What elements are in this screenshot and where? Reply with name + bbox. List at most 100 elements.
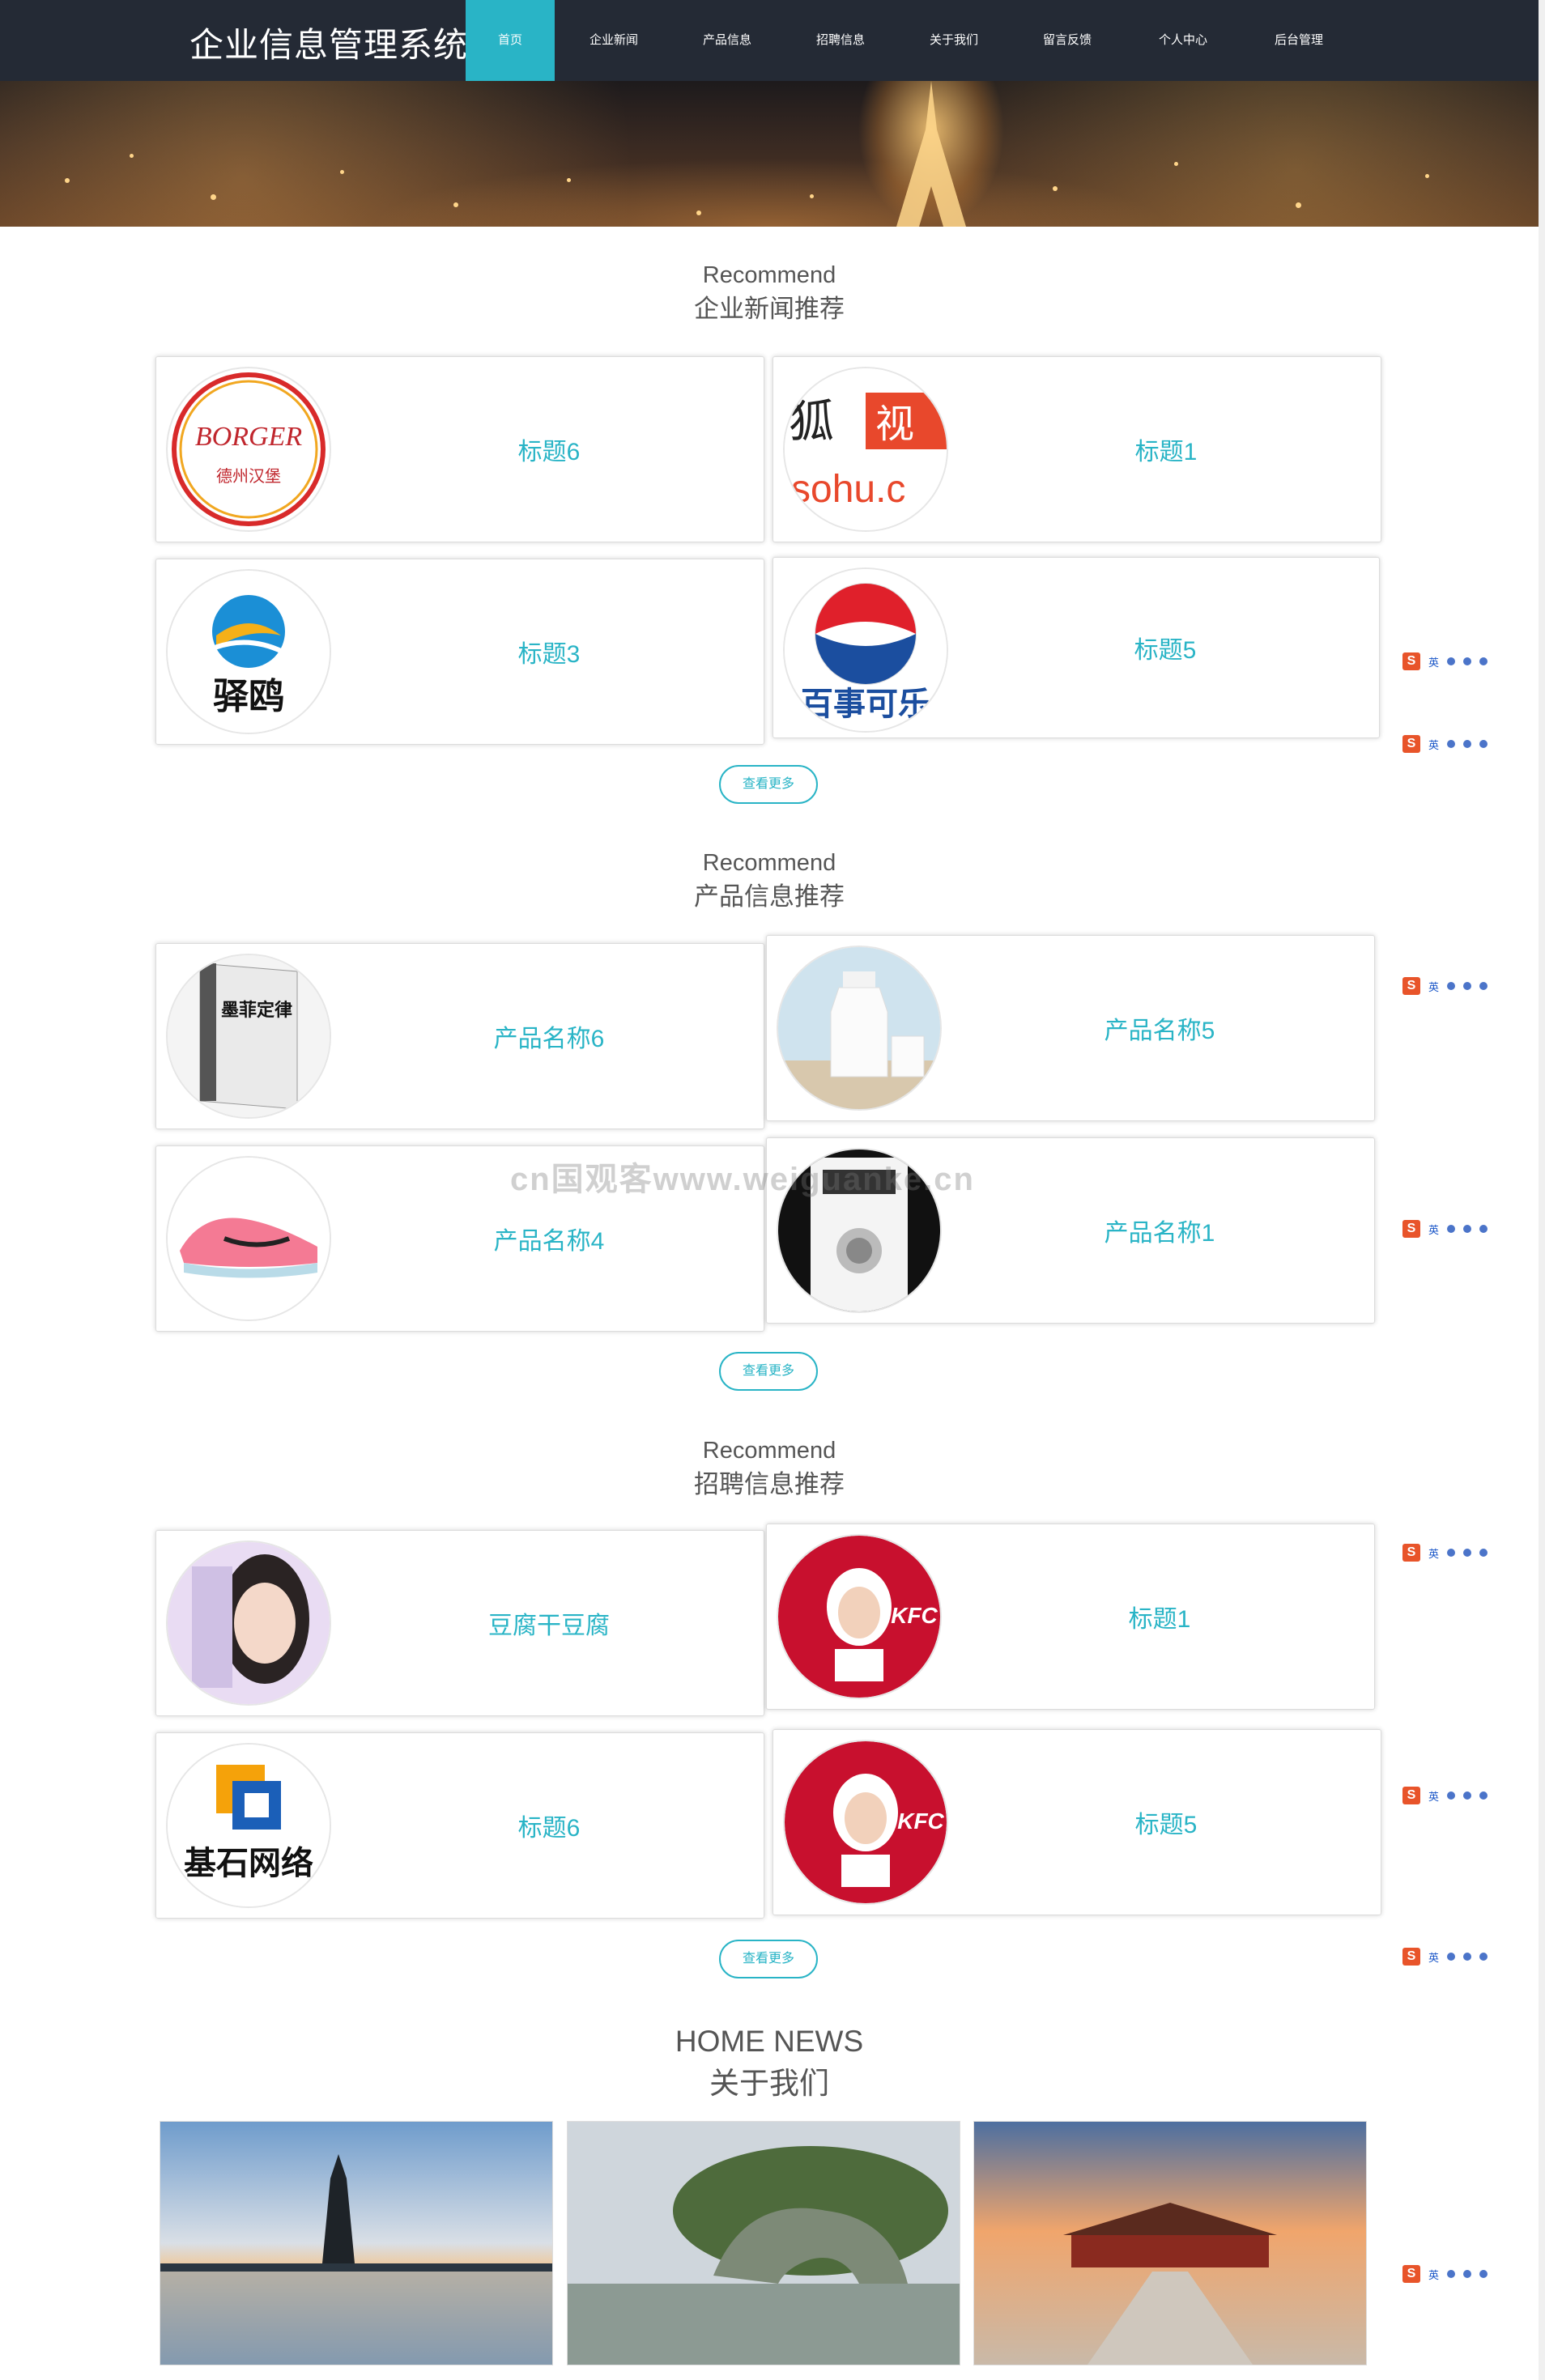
svg-text:sohu.c: sohu.c [791, 468, 905, 511]
nav-user-center[interactable]: 个人中心 [1139, 0, 1228, 81]
watermark-text: cn国观客www.weiguanke.cn [510, 1162, 975, 1197]
sogou-icon: S [1402, 977, 1420, 995]
sogou-icon: S [1402, 652, 1420, 670]
recruitment-title[interactable]: 标题1 [945, 1524, 1374, 1709]
sogou-icon: S [1402, 1544, 1420, 1562]
sohu-video-logo-image: 狐 视 sohu.c [783, 367, 948, 532]
keyboard-icon [1463, 982, 1472, 990]
pagoda-lake-image[interactable] [160, 2121, 553, 2365]
ime-toolbar[interactable]: S 英 [1402, 977, 1545, 995]
ime-language-label: 英 [1428, 2268, 1440, 2281]
moon-icon [1447, 982, 1456, 990]
section-title-cn: 企业新闻推荐 [694, 295, 845, 323]
recruitment-recommend-heading: Recommend 招聘信息推荐 [0, 1434, 1539, 1502]
moon-icon [1447, 2270, 1456, 2278]
ime-toolbar[interactable]: S 英 [1402, 2265, 1545, 2283]
ime-language-label: 英 [1428, 1547, 1440, 1560]
keyboard-icon [1463, 1791, 1472, 1800]
section-title-cn: 产品信息推荐 [694, 882, 845, 911]
news-card[interactable]: 驿鸥 标题3 [155, 559, 764, 745]
ime-language-label: 英 [1428, 1223, 1440, 1236]
nav-company-news[interactable]: 企业新闻 [569, 0, 658, 81]
news-card[interactable]: BORGER 德州汉堡 标题6 [155, 356, 764, 542]
ime-toolbar[interactable]: S 英 [1402, 1544, 1545, 1562]
recruitment-card[interactable]: 豆腐干豆腐 [155, 1530, 764, 1716]
ime-toolbar[interactable]: S 英 [1402, 1948, 1545, 1966]
site-title[interactable]: 企业信息管理系统 [189, 18, 468, 67]
news-title[interactable]: 标题3 [334, 559, 764, 744]
keyboard-icon [1463, 1549, 1472, 1557]
recruitment-title[interactable]: 豆腐干豆腐 [334, 1531, 764, 1715]
settings-icon [1479, 1549, 1488, 1557]
ime-language-label: 英 [1428, 656, 1440, 669]
city-night-banner [0, 81, 1539, 227]
pink-sneaker-image [166, 1156, 331, 1321]
news-recommend-heading: Recommend 企业新闻推荐 [0, 259, 1539, 327]
news-title[interactable]: 标题5 [951, 558, 1379, 737]
news-card[interactable]: 百事可乐 标题5 [772, 557, 1380, 738]
sogou-icon: S [1402, 735, 1420, 753]
settings-icon [1479, 1225, 1488, 1233]
recruitment-card[interactable]: 基石网络 标题6 [155, 1732, 764, 1919]
moon-icon [1447, 740, 1456, 748]
keyboard-icon [1463, 1953, 1472, 1961]
pepsi-logo-image: 百事可乐 [783, 567, 948, 733]
nav-about[interactable]: 关于我们 [909, 0, 998, 81]
yiou-logo-image: 驿鸥 [166, 569, 331, 734]
settings-icon [1479, 1791, 1488, 1800]
nav-recruitment[interactable]: 招聘信息 [796, 0, 885, 81]
ime-language-label: 英 [1428, 738, 1440, 751]
kfc-logo-image: KFC [777, 1534, 942, 1699]
ime-toolbar[interactable]: S 英 [1402, 735, 1545, 753]
page-scrollbar[interactable] [1539, 0, 1545, 2380]
settings-icon [1479, 982, 1488, 990]
svg-text:德州汉堡: 德州汉堡 [216, 467, 281, 486]
recruitment-more-button[interactable]: 查看更多 [719, 1940, 818, 1978]
svg-text:基石网络: 基石网络 [184, 1845, 313, 1881]
svg-text:狐: 狐 [789, 396, 834, 447]
nav-admin[interactable]: 后台管理 [1254, 0, 1343, 81]
ime-language-label: 英 [1428, 1951, 1440, 1964]
news-title[interactable]: 标题6 [334, 357, 764, 542]
woman-portrait-image [166, 1541, 331, 1706]
product-title[interactable]: 产品名称5 [945, 936, 1374, 1120]
settings-icon [1479, 657, 1488, 665]
svg-text:驿鸥: 驿鸥 [213, 677, 284, 716]
book-murphys-law-image: 墨菲定律 [166, 954, 331, 1119]
ime-toolbar[interactable]: S 英 [1402, 1220, 1545, 1238]
recruitment-title[interactable]: 标题5 [951, 1730, 1381, 1915]
section-subtitle-en: Recommend [702, 1438, 836, 1464]
sogou-icon: S [1402, 1948, 1420, 1966]
news-title[interactable]: 标题1 [951, 357, 1381, 542]
recruitment-card[interactable]: KFC 标题1 [766, 1524, 1375, 1710]
product-card[interactable]: 产品名称5 [766, 935, 1375, 1121]
forbidden-city-image[interactable] [973, 2121, 1367, 2365]
kfc-logo-image: KFC [783, 1740, 948, 1905]
keyboard-icon [1463, 740, 1472, 748]
product-more-button[interactable]: 查看更多 [719, 1352, 818, 1391]
section-subtitle-en: Recommend [702, 850, 836, 876]
moon-icon [1447, 1791, 1456, 1800]
keyboard-icon [1463, 657, 1472, 665]
svg-text:百事可乐: 百事可乐 [801, 686, 930, 722]
product-card[interactable]: 墨菲定律 产品名称6 [155, 943, 764, 1129]
nav-feedback[interactable]: 留言反馈 [1023, 0, 1112, 81]
moon-icon [1447, 1225, 1456, 1233]
recruitment-card[interactable]: KFC 标题5 [772, 1729, 1381, 1915]
sogou-icon: S [1402, 1220, 1420, 1238]
svg-text:BORGER: BORGER [195, 422, 302, 452]
news-more-button[interactable]: 查看更多 [719, 765, 818, 804]
ime-toolbar[interactable]: S 英 [1402, 652, 1545, 670]
news-card[interactable]: 狐 视 sohu.c 标题1 [772, 356, 1381, 542]
moon-icon [1447, 1953, 1456, 1961]
top-navbar: 企业信息管理系统 首页 企业新闻 产品信息 招聘信息 关于我们 留言反馈 个人中… [0, 0, 1539, 81]
ime-toolbar[interactable]: S 英 [1402, 1787, 1545, 1804]
sogou-icon: S [1402, 1787, 1420, 1804]
elephant-trunk-hill-image[interactable] [567, 2121, 960, 2365]
product-title[interactable]: 产品名称6 [334, 944, 764, 1128]
nav-home[interactable]: 首页 [466, 0, 555, 81]
nav-products[interactable]: 产品信息 [683, 0, 772, 81]
moon-icon [1447, 1549, 1456, 1557]
product-title[interactable]: 产品名称1 [945, 1138, 1374, 1323]
recruitment-title[interactable]: 标题6 [334, 1733, 764, 1918]
